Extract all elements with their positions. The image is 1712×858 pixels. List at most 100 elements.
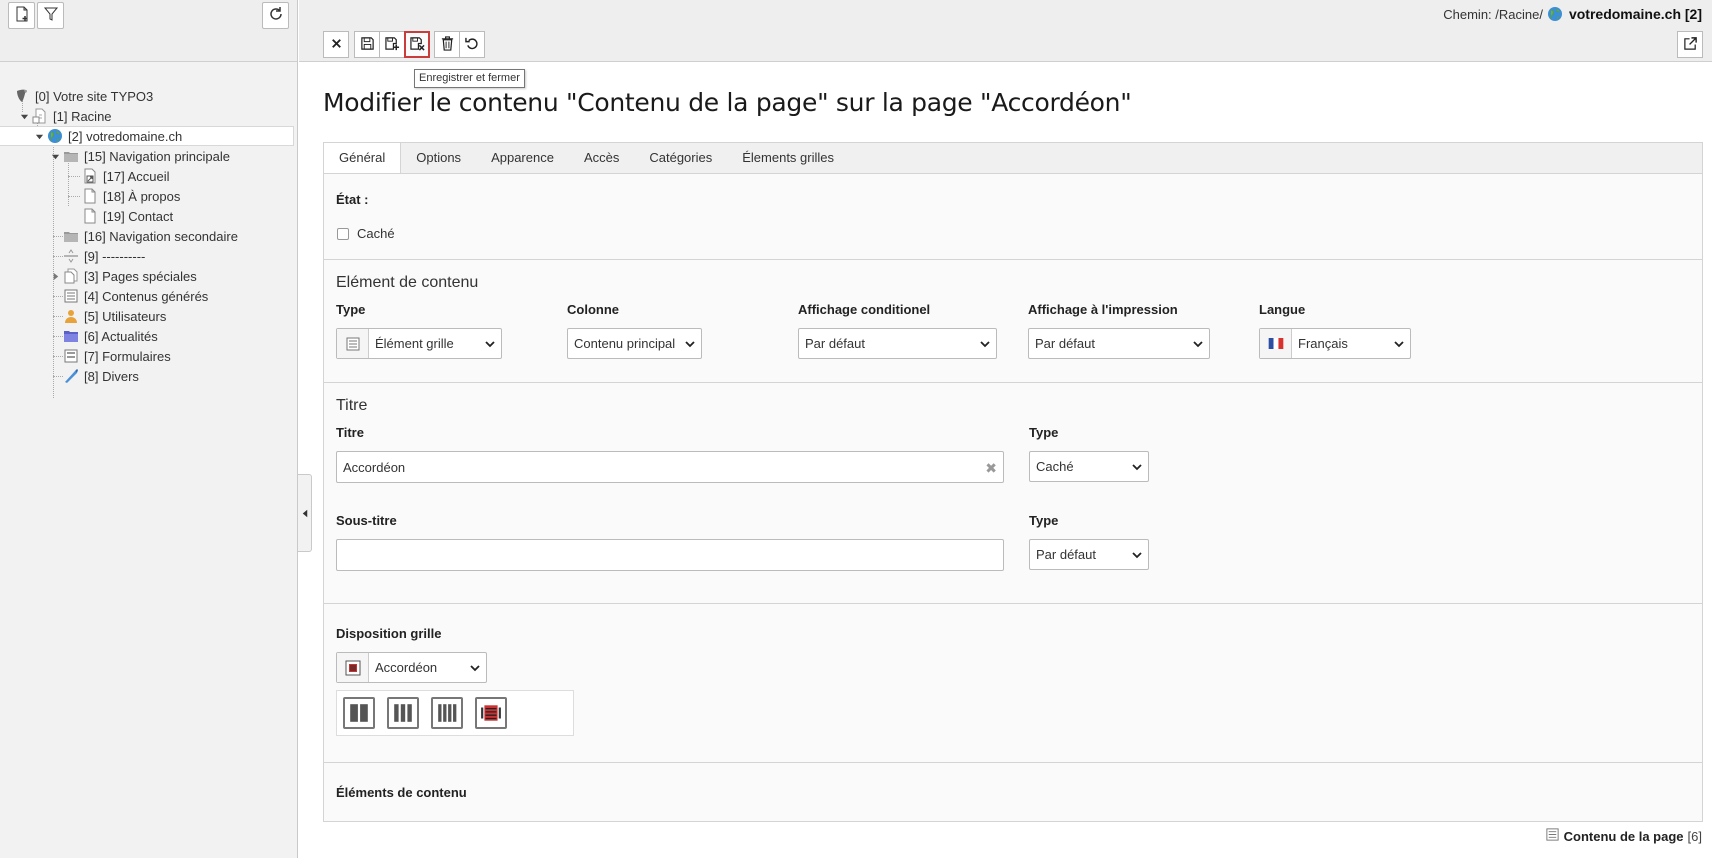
tree-node-1[interactable]: [1] Racine [18, 106, 112, 126]
column-select[interactable]: Contenu principal [567, 328, 702, 359]
filter-button[interactable] [37, 2, 64, 29]
save-new-button[interactable] [379, 31, 405, 58]
close-group [323, 31, 349, 58]
language-label: Langue [1259, 302, 1306, 317]
tree-node-7[interactable]: [7] Formulaires [63, 346, 171, 366]
chevron-down-icon [1388, 339, 1410, 349]
tree-node-6[interactable]: [6] Actualités [63, 326, 158, 346]
language-select[interactable]: Français [1259, 328, 1411, 359]
refresh-tree-button[interactable] [262, 2, 289, 29]
collapse-arrow-icon[interactable] [18, 110, 30, 122]
tree-node-9[interactable]: [9] ---------- [63, 246, 145, 266]
tree-node-17[interactable]: [17] Accueil [82, 166, 170, 186]
path-page[interactable]: votredomaine.ch [2] [1569, 6, 1702, 22]
edit-form: État : Caché Elément de contenu Type Élé… [323, 173, 1703, 822]
collapse-arrow-icon[interactable] [33, 130, 45, 142]
collapse-arrow-icon[interactable] [49, 150, 61, 162]
close-button[interactable] [323, 31, 349, 58]
three-columns-layout-icon[interactable] [387, 697, 419, 729]
save-icon [360, 36, 375, 54]
grid-layout-label: Disposition grille [336, 626, 442, 641]
tab-categories[interactable]: Catégories [634, 143, 727, 174]
section-content-elements: Éléments de contenu [324, 763, 1702, 821]
tab-options[interactable]: Options [401, 143, 476, 174]
open-new-window-button[interactable] [1677, 31, 1703, 58]
title-input[interactable]: Accordéon ✖ [336, 451, 1004, 483]
subtitle-type-label: Type [1029, 513, 1059, 528]
tree-node-16[interactable]: [16] Navigation secondaire [63, 226, 238, 246]
record-info: Contenu de la page [6] [1545, 827, 1702, 845]
accordion-layout-icon[interactable] [475, 697, 507, 729]
external-link-icon [1683, 36, 1698, 54]
close-icon [329, 36, 344, 54]
filter-icon [43, 6, 59, 25]
users-icon [63, 308, 79, 324]
trash-icon [440, 35, 455, 54]
tree-node-15[interactable]: [15] Navigation principale [49, 146, 230, 166]
title-type-select[interactable]: Caché [1029, 451, 1149, 482]
expand-arrow-icon[interactable] [49, 270, 61, 282]
tab-general[interactable]: Général [324, 142, 402, 175]
subtitle-type-select[interactable]: Par défaut [1029, 539, 1149, 570]
section-titre: Titre Titre Accordéon ✖ Type Caché Sous-… [324, 383, 1702, 604]
save-close-icon [409, 36, 425, 54]
tree-toolbar [0, 0, 297, 62]
save-button[interactable] [354, 31, 380, 58]
tree-node-3[interactable]: [3] Pages spéciales [49, 266, 197, 286]
page-icon [82, 188, 98, 204]
forms-icon [63, 348, 79, 364]
grid-element-icon [337, 329, 369, 358]
four-columns-layout-icon[interactable] [431, 697, 463, 729]
two-columns-layout-icon[interactable] [343, 697, 375, 729]
titre-section-title: Titre [336, 397, 368, 414]
type-select[interactable]: Élément grille [336, 328, 502, 359]
content-icon [1545, 827, 1560, 845]
tree-node-8[interactable]: [8] Divers [63, 366, 139, 386]
chevron-down-icon [1126, 462, 1148, 472]
chevron-down-icon [974, 339, 996, 349]
undo-button[interactable] [459, 31, 485, 58]
refresh-icon [268, 6, 284, 25]
tree-node-4[interactable]: [4] Contenus générés [63, 286, 208, 306]
tree-node-2[interactable]: [2] votredomaine.ch [0, 126, 294, 146]
page-root-icon [32, 108, 48, 124]
typo3-icon [14, 88, 30, 104]
title-type-label: Type [1029, 425, 1059, 440]
open-new-window-group [1677, 31, 1703, 58]
grid-layout-select[interactable]: Accordéon [336, 652, 487, 683]
new-page-button[interactable] [8, 2, 35, 29]
undo-icon [464, 36, 480, 54]
tree-node-0[interactable]: [0] Votre site TYPO3 [14, 86, 153, 106]
hidden-checkbox[interactable] [337, 228, 349, 240]
tooltip: Enregistrer et fermer [414, 69, 525, 88]
tree-node-18[interactable]: [18] À propos [82, 186, 180, 206]
chevron-down-icon [464, 663, 486, 673]
clear-icon[interactable]: ✖ [985, 460, 997, 477]
path-prefix: Chemin: /Racine/ [1443, 6, 1543, 22]
folder-icon [63, 148, 79, 164]
save-close-button[interactable] [404, 31, 430, 58]
page-tree-panel: [0] Votre site TYPO3 [1] Racine [2] votr… [0, 0, 298, 858]
chevron-down-icon [1126, 550, 1148, 560]
doc-header: Chemin: /Racine/ votredomaine.ch [2] [299, 0, 1712, 62]
accordion-icon [337, 653, 369, 682]
print-display-select[interactable]: Par défaut [1028, 328, 1210, 359]
delete-button[interactable] [434, 31, 460, 58]
tree-node-5[interactable]: [5] Utilisateurs [63, 306, 166, 326]
conditional-display-select[interactable]: Par défaut [798, 328, 997, 359]
subtitle-input[interactable] [336, 539, 1004, 571]
content-element-title: Elément de contenu [336, 274, 479, 291]
chevron-down-icon [479, 339, 501, 349]
tab-acces[interactable]: Accès [569, 143, 634, 174]
content-icon [63, 288, 79, 304]
tab-grid-elements[interactable]: Élements grilles [727, 143, 849, 174]
print-display-label: Affichage à l'impression [1028, 302, 1178, 317]
section-grid-layout: Disposition grille Accordéon [324, 604, 1702, 763]
tab-apparence[interactable]: Apparence [476, 143, 569, 174]
tree-node-19[interactable]: [19] Contact [82, 206, 173, 226]
save-group [354, 31, 430, 58]
collapse-tree-handle[interactable] [298, 474, 312, 552]
section-etat: État : Caché [324, 174, 1702, 260]
action-group [434, 31, 485, 58]
chevron-down-icon [1187, 339, 1209, 349]
